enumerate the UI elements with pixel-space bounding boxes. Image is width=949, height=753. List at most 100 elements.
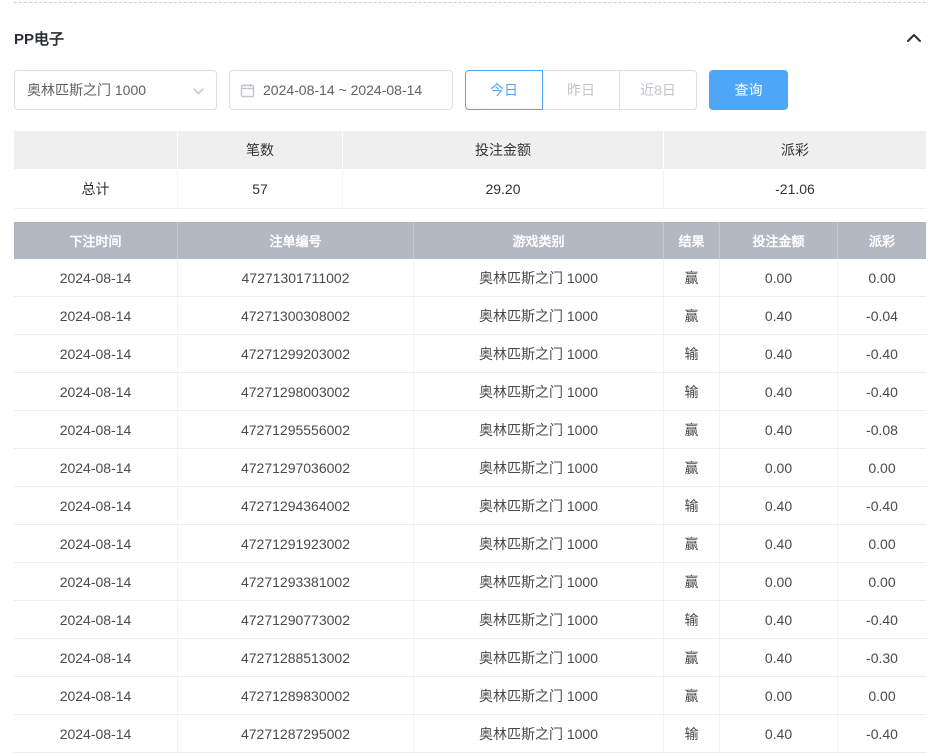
filter-controls: 奥林匹斯之门 1000 2024-08-14 ~ 2024-08-14 今日 昨… <box>14 70 926 110</box>
cell-bet-time: 2024-08-14 <box>14 259 178 297</box>
bet-table: 下注时间 注单编号 游戏类别 结果 投注金额 派彩 2024-08-14 472… <box>14 222 926 753</box>
cell-result: 赢 <box>664 677 720 715</box>
cell-game-type: 奥林匹斯之门 1000 <box>414 335 664 373</box>
cell-result: 输 <box>664 373 720 411</box>
calendar-icon <box>240 83 255 98</box>
game-select-value: 奥林匹斯之门 1000 <box>27 80 146 100</box>
cell-game-type: 奥林匹斯之门 1000 <box>414 373 664 411</box>
cell-payout: 0.00 <box>838 449 926 487</box>
date-range-value: 2024-08-14 ~ 2024-08-14 <box>263 82 422 98</box>
cell-game-type: 奥林匹斯之门 1000 <box>414 601 664 639</box>
cell-game-type: 奥林匹斯之门 1000 <box>414 259 664 297</box>
summary-header-row: 笔数 投注金额 派彩 <box>14 131 926 169</box>
collapse-section-button[interactable] <box>902 27 926 50</box>
table-row: 2024-08-14 47271287295002 奥林匹斯之门 1000 输 … <box>14 715 926 753</box>
section-header: PP电子 <box>14 3 926 70</box>
cell-order-no: 47271297036002 <box>178 449 414 487</box>
table-row: 2024-08-14 47271289830002 奥林匹斯之门 1000 赢 … <box>14 677 926 715</box>
cell-result: 输 <box>664 487 720 525</box>
table-row: 2024-08-14 47271293381002 奥林匹斯之门 1000 赢 … <box>14 563 926 601</box>
report-page: PP电子 奥林匹斯之门 1000 2024-08-14 ~ 2024-08-14… <box>0 2 949 753</box>
table-row: 2024-08-14 47271294364002 奥林匹斯之门 1000 输 … <box>14 487 926 525</box>
cell-bet-time: 2024-08-14 <box>14 601 178 639</box>
cell-game-type: 奥林匹斯之门 1000 <box>414 449 664 487</box>
caret-down-icon <box>193 82 204 98</box>
quick-filter-today[interactable]: 今日 <box>465 70 543 110</box>
table-row: 2024-08-14 47271295556002 奥林匹斯之门 1000 赢 … <box>14 411 926 449</box>
summary-count-value: 57 <box>178 169 343 209</box>
header-cell-game-type: 游戏类别 <box>414 222 664 259</box>
cell-game-type: 奥林匹斯之门 1000 <box>414 639 664 677</box>
cell-result: 赢 <box>664 639 720 677</box>
cell-payout: -0.08 <box>838 411 926 449</box>
quick-filter-group: 今日 昨日 近8日 <box>465 70 697 110</box>
summary-header-payout: 派彩 <box>664 131 926 169</box>
cell-payout: -0.40 <box>838 601 926 639</box>
quick-filter-yesterday[interactable]: 昨日 <box>542 70 620 110</box>
summary-payout-value: -21.06 <box>664 169 926 209</box>
cell-bet-time: 2024-08-14 <box>14 297 178 335</box>
cell-bet-time: 2024-08-14 <box>14 487 178 525</box>
header-cell-payout: 派彩 <box>838 222 926 259</box>
cell-result: 赢 <box>664 297 720 335</box>
summary-total-label: 总计 <box>14 169 178 209</box>
cell-result: 赢 <box>664 563 720 601</box>
table-row: 2024-08-14 47271300308002 奥林匹斯之门 1000 赢 … <box>14 297 926 335</box>
table-row: 2024-08-14 47271299203002 奥林匹斯之门 1000 输 … <box>14 335 926 373</box>
header-cell-bet-time: 下注时间 <box>14 222 178 259</box>
cell-bet-amount: 0.40 <box>720 525 838 563</box>
query-button[interactable]: 查询 <box>709 70 788 110</box>
cell-game-type: 奥林匹斯之门 1000 <box>414 677 664 715</box>
cell-game-type: 奥林匹斯之门 1000 <box>414 525 664 563</box>
cell-game-type: 奥林匹斯之门 1000 <box>414 563 664 601</box>
summary-bet-amount-value: 29.20 <box>343 169 664 209</box>
cell-payout: -0.04 <box>838 297 926 335</box>
cell-order-no: 47271295556002 <box>178 411 414 449</box>
table-row: 2024-08-14 47271298003002 奥林匹斯之门 1000 输 … <box>14 373 926 411</box>
bet-table-header: 下注时间 注单编号 游戏类别 结果 投注金额 派彩 <box>14 222 926 259</box>
header-cell-bet-amount: 投注金额 <box>720 222 838 259</box>
table-row: 2024-08-14 47271291923002 奥林匹斯之门 1000 赢 … <box>14 525 926 563</box>
cell-bet-amount: 0.40 <box>720 335 838 373</box>
cell-bet-time: 2024-08-14 <box>14 373 178 411</box>
cell-bet-amount: 0.40 <box>720 639 838 677</box>
game-select[interactable]: 奥林匹斯之门 1000 <box>14 70 217 110</box>
cell-order-no: 47271287295002 <box>178 715 414 753</box>
header-cell-result: 结果 <box>664 222 720 259</box>
cell-payout: -0.40 <box>838 373 926 411</box>
cell-result: 赢 <box>664 259 720 297</box>
cell-payout: 0.00 <box>838 259 926 297</box>
date-range-picker[interactable]: 2024-08-14 ~ 2024-08-14 <box>229 70 453 110</box>
cell-bet-amount: 0.00 <box>720 677 838 715</box>
section-title: PP电子 <box>14 28 64 49</box>
header-cell-order-no: 注单编号 <box>178 222 414 259</box>
cell-order-no: 47271301711002 <box>178 259 414 297</box>
summary-total-row: 总计 57 29.20 -21.06 <box>14 169 926 209</box>
cell-game-type: 奥林匹斯之门 1000 <box>414 715 664 753</box>
summary-table: 笔数 投注金额 派彩 总计 57 29.20 -21.06 <box>14 131 926 209</box>
cell-order-no: 47271289830002 <box>178 677 414 715</box>
cell-payout: 0.00 <box>838 677 926 715</box>
cell-bet-amount: 0.40 <box>720 373 838 411</box>
cell-bet-time: 2024-08-14 <box>14 639 178 677</box>
cell-bet-time: 2024-08-14 <box>14 563 178 601</box>
cell-bet-time: 2024-08-14 <box>14 715 178 753</box>
cell-bet-time: 2024-08-14 <box>14 411 178 449</box>
table-row: 2024-08-14 47271301711002 奥林匹斯之门 1000 赢 … <box>14 259 926 297</box>
cell-result: 输 <box>664 601 720 639</box>
cell-result: 输 <box>664 335 720 373</box>
cell-game-type: 奥林匹斯之门 1000 <box>414 297 664 335</box>
cell-bet-time: 2024-08-14 <box>14 525 178 563</box>
cell-order-no: 47271290773002 <box>178 601 414 639</box>
cell-order-no: 47271291923002 <box>178 525 414 563</box>
quick-filter-last8days[interactable]: 近8日 <box>619 70 697 110</box>
chevron-up-icon <box>906 31 922 46</box>
cell-order-no: 47271294364002 <box>178 487 414 525</box>
cell-order-no: 47271288513002 <box>178 639 414 677</box>
table-row: 2024-08-14 47271288513002 奥林匹斯之门 1000 赢 … <box>14 639 926 677</box>
bet-table-body: 2024-08-14 47271301711002 奥林匹斯之门 1000 赢 … <box>14 259 926 753</box>
cell-result: 赢 <box>664 525 720 563</box>
cell-bet-amount: 0.40 <box>720 601 838 639</box>
cell-order-no: 47271299203002 <box>178 335 414 373</box>
cell-bet-time: 2024-08-14 <box>14 335 178 373</box>
